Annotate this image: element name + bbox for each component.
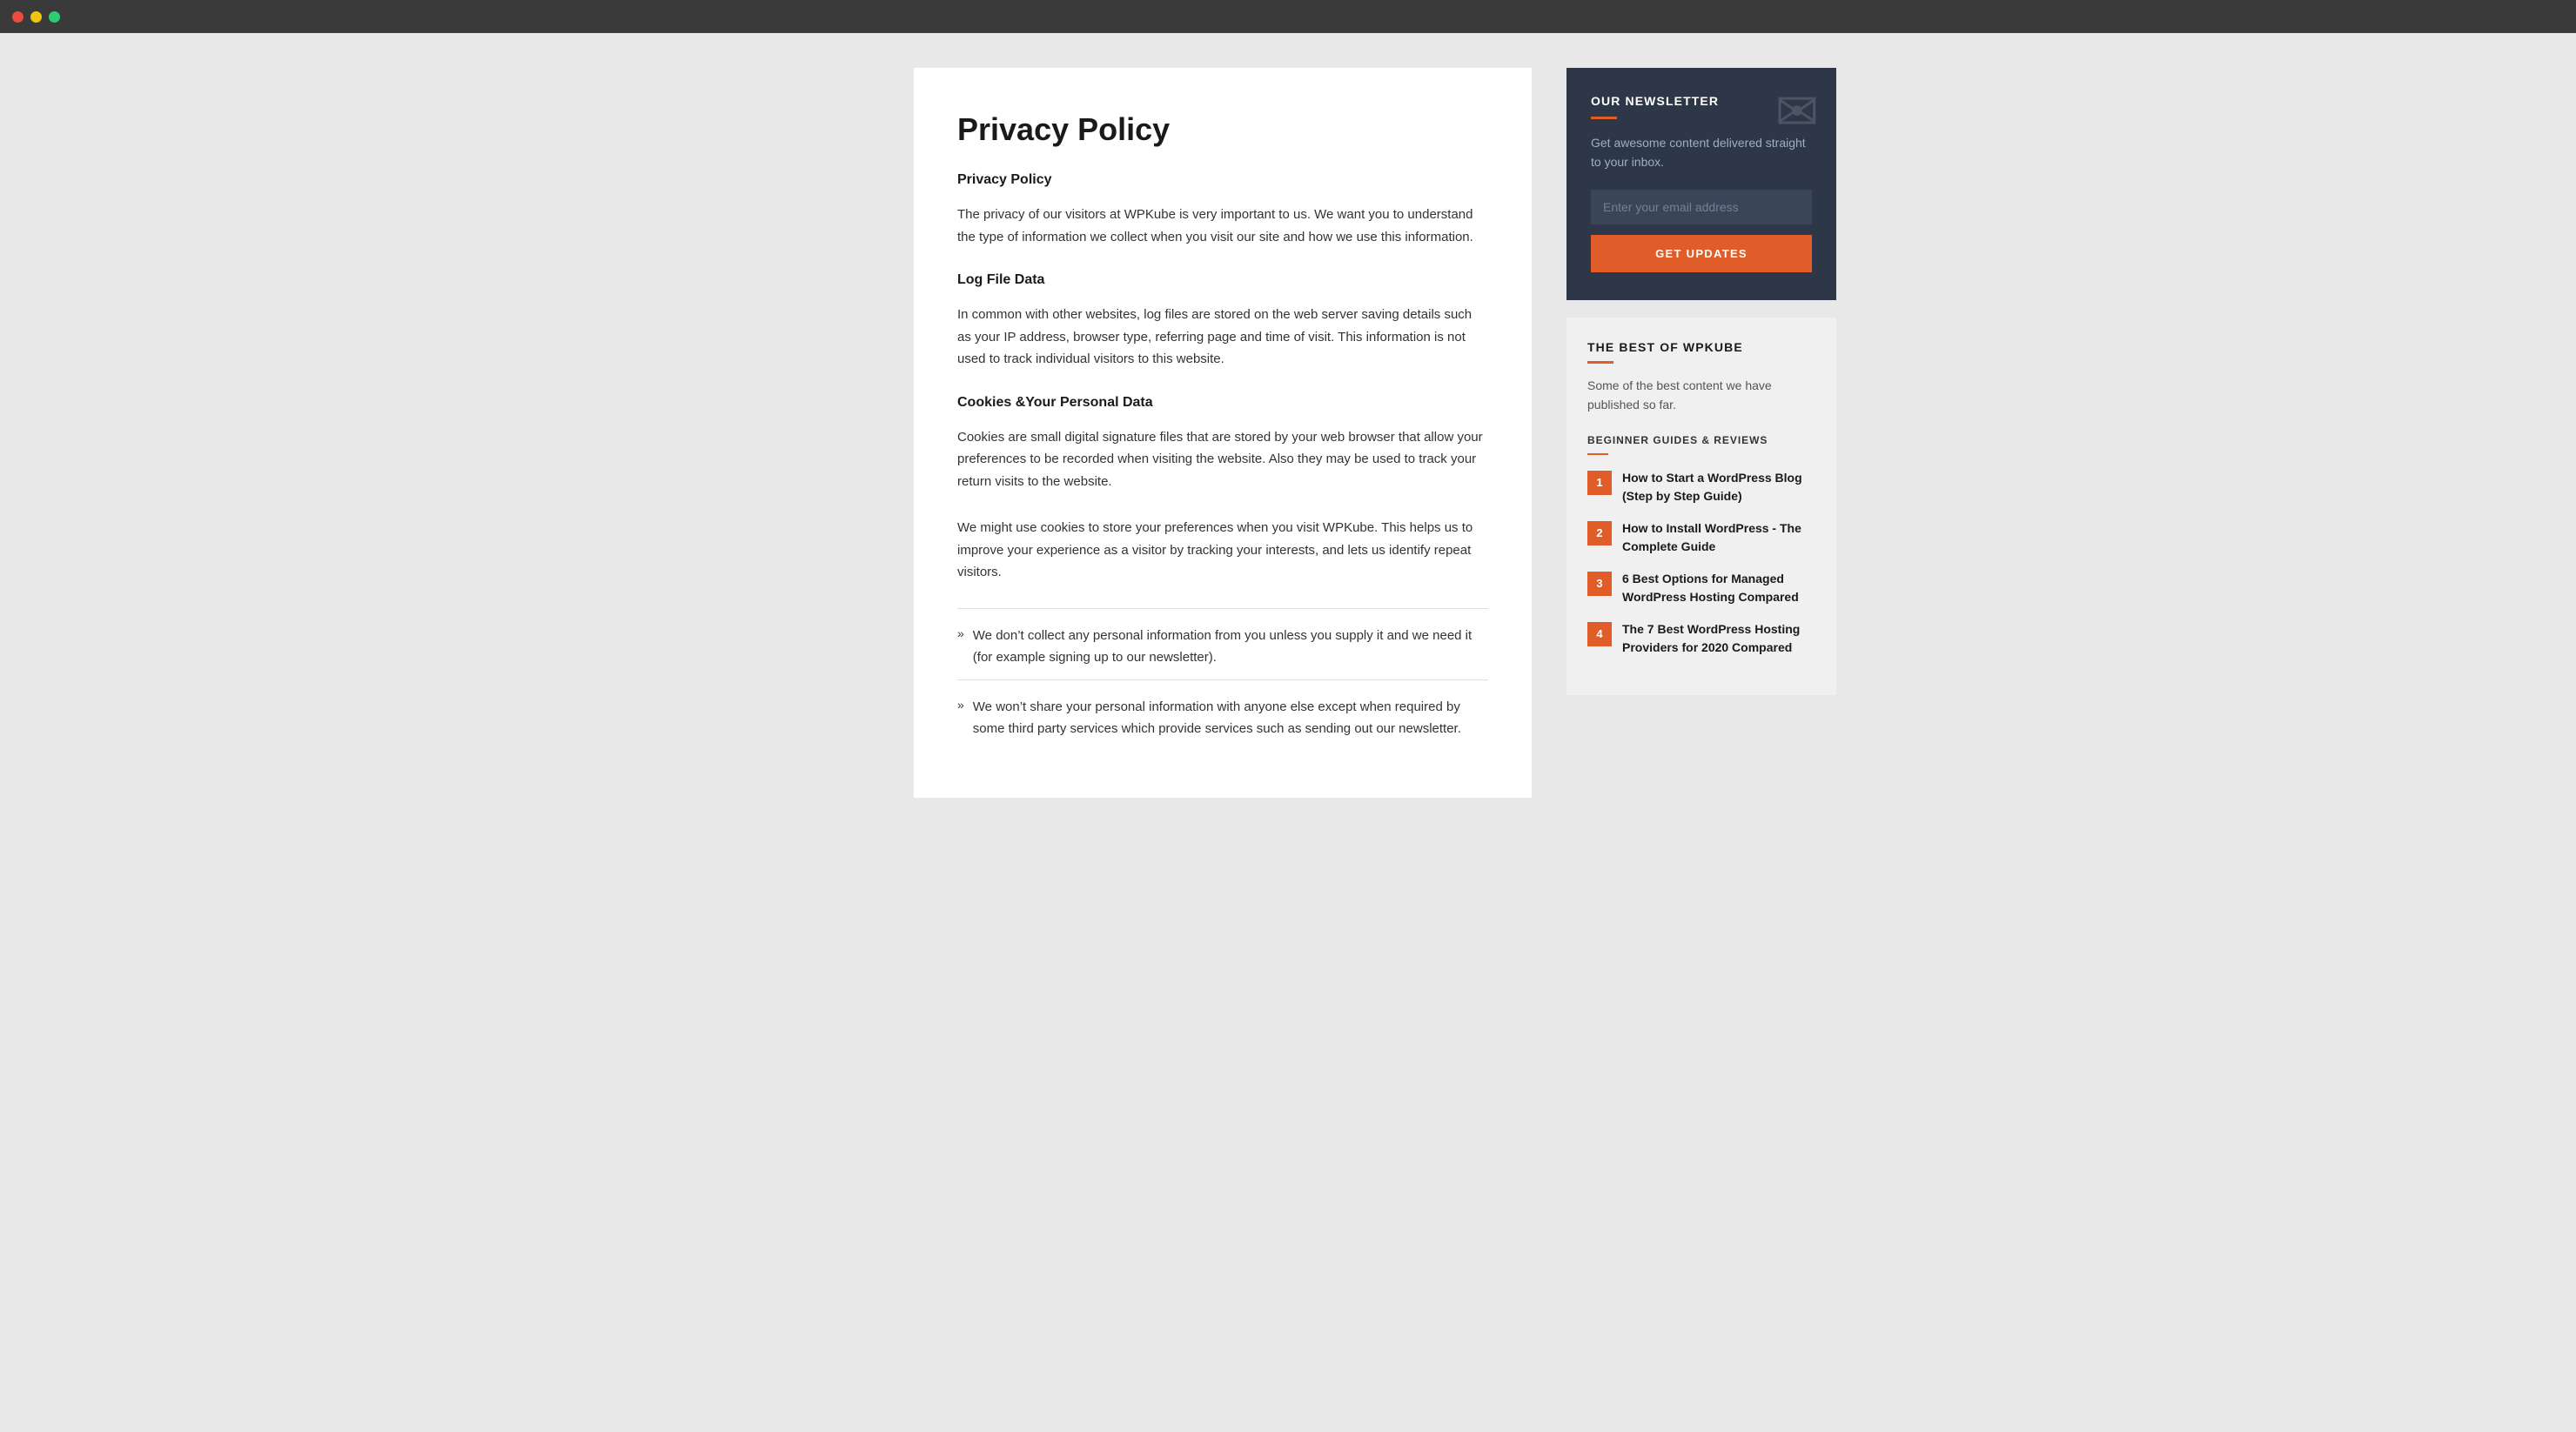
article-item[interactable]: 2 How to Install WordPress - The Complete… bbox=[1587, 519, 1815, 556]
article-title: How to Start a WordPress Blog (Step by S… bbox=[1622, 469, 1815, 505]
page-title: Privacy Policy bbox=[957, 111, 1488, 148]
article-number: 3 bbox=[1587, 572, 1612, 596]
article-item[interactable]: 3 6 Best Options for Managed WordPress Ho… bbox=[1587, 570, 1815, 606]
article-number: 4 bbox=[1587, 622, 1612, 646]
bestof-title: THE BEST OF WPKUBE bbox=[1587, 340, 1815, 354]
section3-body: Cookies are small digital signature file… bbox=[957, 426, 1488, 493]
beginner-guides-label: BEGINNER GUIDES & REVIEWS bbox=[1587, 434, 1815, 446]
list-arrow-icon: » bbox=[957, 626, 964, 640]
fullscreen-dot[interactable] bbox=[49, 11, 60, 23]
close-dot[interactable] bbox=[12, 11, 23, 23]
section3-heading: Cookies &Your Personal Data bbox=[957, 395, 1488, 411]
list-item-text-2: We won’t share your personal information… bbox=[973, 696, 1488, 740]
minimize-dot[interactable] bbox=[30, 11, 42, 23]
article-number: 2 bbox=[1587, 521, 1612, 545]
browser-content: Privacy Policy Privacy Policy The privac… bbox=[0, 33, 2576, 1432]
article-title: How to Install WordPress - The Complete … bbox=[1622, 519, 1815, 556]
list-arrow-icon: » bbox=[957, 698, 964, 712]
page-wrapper: Privacy Policy Privacy Policy The privac… bbox=[722, 33, 1854, 1432]
section3-body2: We might use cookies to store your prefe… bbox=[957, 517, 1488, 584]
section1-body: The privacy of our visitors at WPKube is… bbox=[957, 204, 1488, 248]
list-divider-2 bbox=[957, 679, 1488, 680]
newsletter-underline bbox=[1591, 117, 1617, 119]
main-content: Privacy Policy Privacy Policy The privac… bbox=[914, 68, 1532, 798]
bestof-widget: THE BEST OF WPKUBE Some of the best cont… bbox=[1566, 318, 1836, 695]
email-input[interactable] bbox=[1591, 190, 1812, 224]
bestof-description: Some of the best content we have publish… bbox=[1587, 376, 1815, 415]
list-divider-1 bbox=[957, 608, 1488, 609]
article-item[interactable]: 4 The 7 Best WordPress Hosting Providers … bbox=[1587, 620, 1815, 657]
sidebar-right: ✉ OUR NEWSLETTER Get awesome content del… bbox=[1566, 68, 1836, 695]
articles-list: 1 How to Start a WordPress Blog (Step by … bbox=[1587, 469, 1815, 657]
list-item-text-1: We don’t collect any personal informatio… bbox=[973, 625, 1488, 669]
article-number: 1 bbox=[1587, 471, 1612, 495]
get-updates-button[interactable]: GET UPDATES bbox=[1591, 235, 1812, 272]
title-bar bbox=[0, 0, 2576, 33]
section-label-underline bbox=[1587, 453, 1608, 455]
bestof-underline bbox=[1587, 361, 1613, 364]
article-title: The 7 Best WordPress Hosting Providers f… bbox=[1622, 620, 1815, 657]
article-item[interactable]: 1 How to Start a WordPress Blog (Step by … bbox=[1587, 469, 1815, 505]
section2-body: In common with other websites, log files… bbox=[957, 304, 1488, 371]
section2-heading: Log File Data bbox=[957, 272, 1488, 288]
newsletter-icon: ✉ bbox=[1775, 82, 1819, 143]
list-item: » We won’t share your personal informati… bbox=[957, 696, 1488, 740]
list-item: » We don’t collect any personal informat… bbox=[957, 625, 1488, 669]
article-title: 6 Best Options for Managed WordPress Hos… bbox=[1622, 570, 1815, 606]
newsletter-widget: ✉ OUR NEWSLETTER Get awesome content del… bbox=[1566, 68, 1836, 300]
section1-heading: Privacy Policy bbox=[957, 172, 1488, 188]
